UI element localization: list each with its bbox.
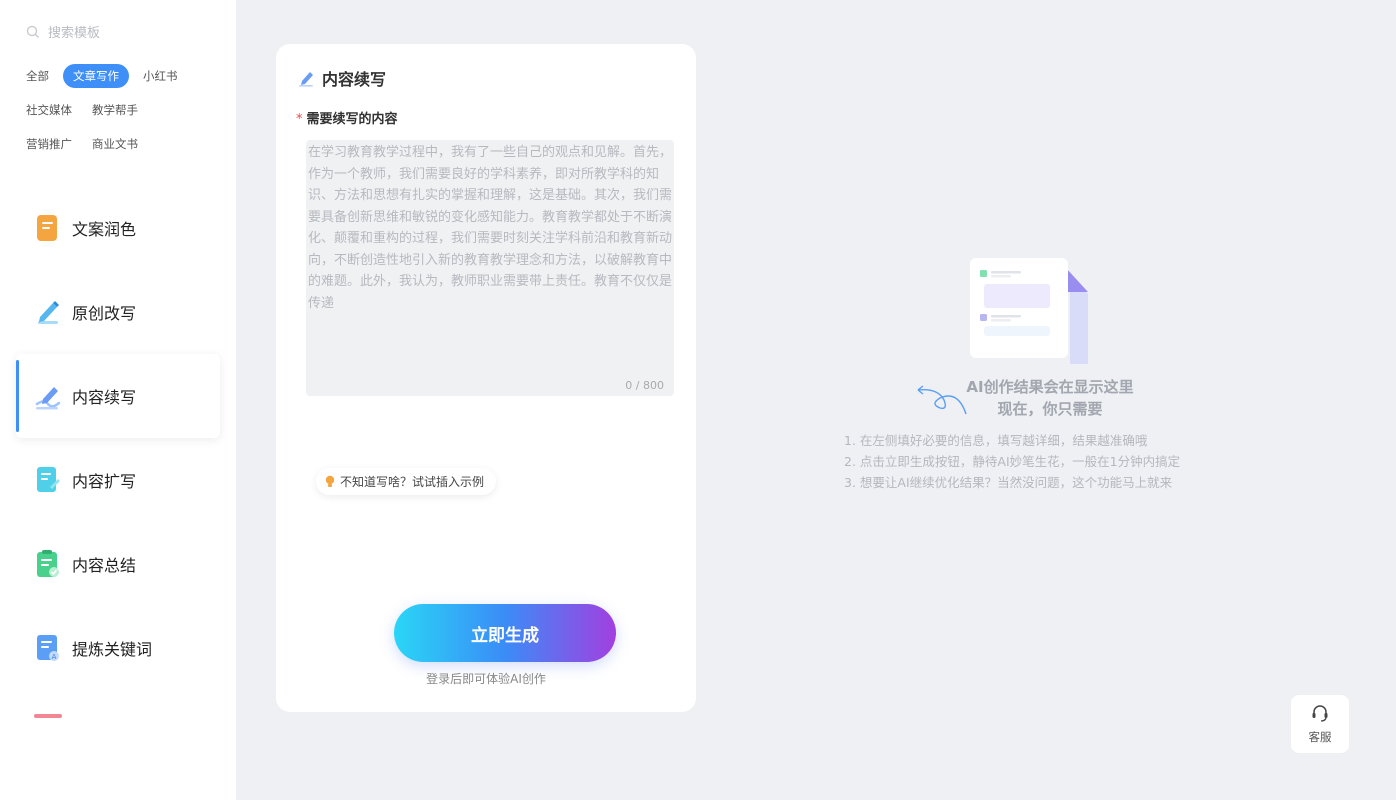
field-label: * 需要续写的内容 — [296, 108, 398, 127]
step-item: 1. 在左侧填好必要的信息，填写越详细，结果越准确哦 — [844, 433, 1148, 448]
search-input[interactable]: 搜索模板 — [48, 22, 100, 41]
search-icon — [26, 25, 39, 38]
empty-title-line1: AI创作结果会在显示这里 — [966, 378, 1134, 396]
menu-next-item-fade — [34, 714, 62, 718]
menu-item-keywords[interactable]: A 提炼关键词 — [16, 606, 220, 690]
search-box[interactable]: 搜索模板 — [26, 22, 100, 41]
svg-text:A: A — [52, 653, 57, 661]
chip-xiaohongshu[interactable]: 小红书 — [137, 64, 184, 88]
document-illustration-icon — [970, 258, 1088, 364]
menu-item-label: 提炼关键词 — [72, 640, 153, 659]
menu-item-summary[interactable]: 内容总结 — [16, 522, 220, 606]
pen-continue-icon — [35, 387, 61, 410]
doc-orange-icon — [37, 215, 57, 241]
template-menu: 文案润色 原创改写 内容续写 内容扩写 内容总结 A 提炼关键词 — [16, 186, 220, 690]
doc-summary-icon — [37, 550, 59, 577]
chip-article-writing[interactable]: 文章写作 — [63, 64, 129, 88]
menu-item-label: 内容扩写 — [72, 472, 137, 491]
lightbulb-icon — [325, 475, 335, 487]
content-textarea-wrap: 0 / 800 — [306, 140, 674, 396]
char-counter: 0 / 800 — [625, 379, 664, 392]
doc-keyword-icon: A — [37, 635, 59, 661]
sidebar: 搜索模板 全部 文章写作 小红书 社交媒体 教学帮手 营销推广 商业文书 文案润… — [0, 0, 236, 800]
insert-example-label: 不知道写啥？试试插入示例 — [340, 475, 485, 489]
chip-business-docs[interactable]: 商业文书 — [86, 132, 144, 156]
empty-state-title: AI创作结果会在显示这里 现在，你只需要 — [820, 376, 1280, 420]
chip-all[interactable]: 全部 — [20, 64, 55, 88]
form-title: 内容续写 — [298, 66, 386, 90]
pencil-blue-icon — [38, 301, 59, 324]
required-mark: * — [296, 112, 303, 127]
menu-item-label: 文案润色 — [72, 220, 137, 239]
doc-expand-icon — [37, 467, 60, 492]
menu-item-continue[interactable]: 内容续写 — [16, 354, 220, 438]
login-note: 登录后即可体验AI创作 — [426, 672, 546, 686]
customer-service-button[interactable]: 客服 — [1291, 695, 1349, 753]
field-label-text: 需要续写的内容 — [306, 112, 398, 127]
content-textarea[interactable] — [306, 140, 674, 396]
instruction-steps: 1. 在左侧填好必要的信息，填写越详细，结果越准确哦 2. 点击立即生成按钮，静… — [844, 430, 1180, 493]
menu-item-label: 内容续写 — [72, 388, 137, 407]
menu-item-expand[interactable]: 内容扩写 — [16, 438, 220, 522]
menu-item-rewrite[interactable]: 原创改写 — [16, 270, 220, 354]
step-item: 3. 想要让AI继续优化结果？当然没问题，这个功能马上就来 — [844, 475, 1173, 490]
category-chips: 全部 文章写作 小红书 社交媒体 教学帮手 营销推广 商业文书 — [20, 64, 220, 166]
generate-button[interactable]: 立即生成 — [394, 604, 616, 662]
empty-title-line2: 现在，你只需要 — [997, 400, 1103, 418]
customer-service-label: 客服 — [1308, 730, 1332, 744]
chip-teaching-helper[interactable]: 教学帮手 — [86, 98, 144, 122]
chip-marketing[interactable]: 营销推广 — [20, 132, 78, 156]
form-card: 内容续写 *需要续写的内容 0 / 800 不知道写啥？试试插入示例 立即生成 … — [276, 44, 696, 712]
pen-continue-icon — [299, 72, 313, 87]
headset-icon — [1312, 705, 1328, 722]
step-item: 2. 点击立即生成按钮，静待AI妙笔生花，一般在1分钟内搞定 — [844, 454, 1181, 469]
chip-social-media[interactable]: 社交媒体 — [20, 98, 78, 122]
menu-item-label: 原创改写 — [72, 304, 137, 323]
insert-example-button[interactable]: 不知道写啥？试试插入示例 — [316, 468, 497, 495]
menu-item-polish[interactable]: 文案润色 — [16, 186, 220, 270]
form-title-text: 内容续写 — [322, 70, 387, 89]
menu-item-label: 内容总结 — [72, 556, 137, 575]
